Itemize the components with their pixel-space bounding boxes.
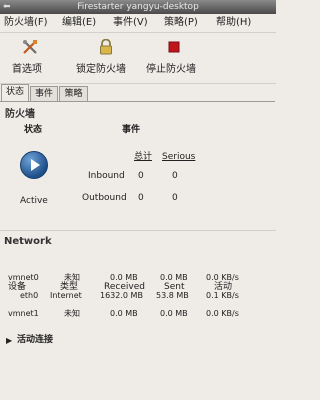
network-device: vmnet1 [8, 309, 39, 318]
stop-firewall-label: 停止防火墙 [146, 64, 196, 75]
section-divider [0, 230, 276, 231]
outbound-label: Outbound [82, 193, 127, 203]
window-title: Firestarter yangyu-desktop [77, 2, 199, 12]
network-activity: 0.0 KB/s [206, 309, 239, 318]
expander-arrow-icon: ▶ [6, 336, 13, 345]
status-panel [0, 101, 275, 400]
status-header: 状态 [24, 125, 43, 135]
network-type: Internet [50, 291, 82, 300]
inbound-label: Inbound [88, 171, 125, 181]
lock-icon [100, 39, 112, 55]
network-section-title: Network [4, 236, 52, 247]
network-sent: 0.0 MB [160, 309, 188, 318]
firewall-status-text: Active [20, 196, 48, 206]
play-icon [31, 159, 40, 171]
menu-events[interactable]: 事件(V) [113, 17, 148, 29]
network-sent: 0.0 MB [160, 273, 188, 282]
network-activity: 0.1 KB/s [206, 291, 239, 300]
network-device: vmnet0 [8, 273, 39, 282]
serious-column-header: Serious [162, 152, 196, 162]
menu-edit[interactable]: 编辑(E) [62, 17, 96, 29]
lock-firewall-label: 锁定防火墙 [76, 64, 126, 75]
network-device: eth0 [20, 291, 39, 300]
tab-policy[interactable]: 策略 [59, 86, 88, 101]
network-type: 未知 [64, 309, 80, 318]
tab-bar: 状态 事件 策略 [0, 84, 276, 102]
total-column-header: 总计 [134, 152, 153, 162]
tab-status[interactable]: 状态 [1, 84, 29, 102]
outbound-serious: 0 [172, 193, 178, 203]
tab-events[interactable]: 事件 [30, 86, 58, 101]
stop-firewall-button[interactable]: 停止防火墙 [144, 37, 206, 79]
firewall-status-icon [20, 151, 48, 179]
menu-help[interactable]: 帮助(H) [216, 17, 251, 29]
menu-firewall[interactable]: 防火墙(F) [4, 17, 48, 29]
network-activity: 0.0 KB/s [206, 273, 239, 282]
lock-firewall-button[interactable]: 锁定防火墙 [74, 37, 138, 79]
inbound-serious: 0 [172, 171, 178, 181]
menu-bar: 防火墙(F) 编辑(E) 事件(V) 策略(P) 帮助(H) [0, 14, 276, 33]
title-bar[interactable]: ⬅ Firestarter yangyu-desktop [0, 0, 276, 14]
active-connections-label: 活动连接 [17, 335, 54, 345]
menu-policy[interactable]: 策略(P) [164, 17, 198, 29]
network-received: 1632.0 MB [100, 291, 143, 300]
stop-icon [168, 41, 180, 53]
preferences-label: 首选项 [12, 64, 42, 75]
network-type: 未知 [64, 273, 80, 282]
network-received: 0.0 MB [110, 273, 138, 282]
preferences-button[interactable]: 首选项 [8, 37, 52, 79]
events-header: 事件 [122, 125, 141, 135]
firewall-section-title: 防火墙 [5, 109, 35, 120]
network-received: 0.0 MB [110, 309, 138, 318]
outbound-total: 0 [138, 193, 144, 203]
preferences-icon [23, 40, 37, 54]
network-sent: 53.8 MB [156, 291, 189, 300]
inbound-total: 0 [138, 171, 144, 181]
toolbar: 首选项 锁定防火墙 停止防火墙 [0, 33, 276, 84]
